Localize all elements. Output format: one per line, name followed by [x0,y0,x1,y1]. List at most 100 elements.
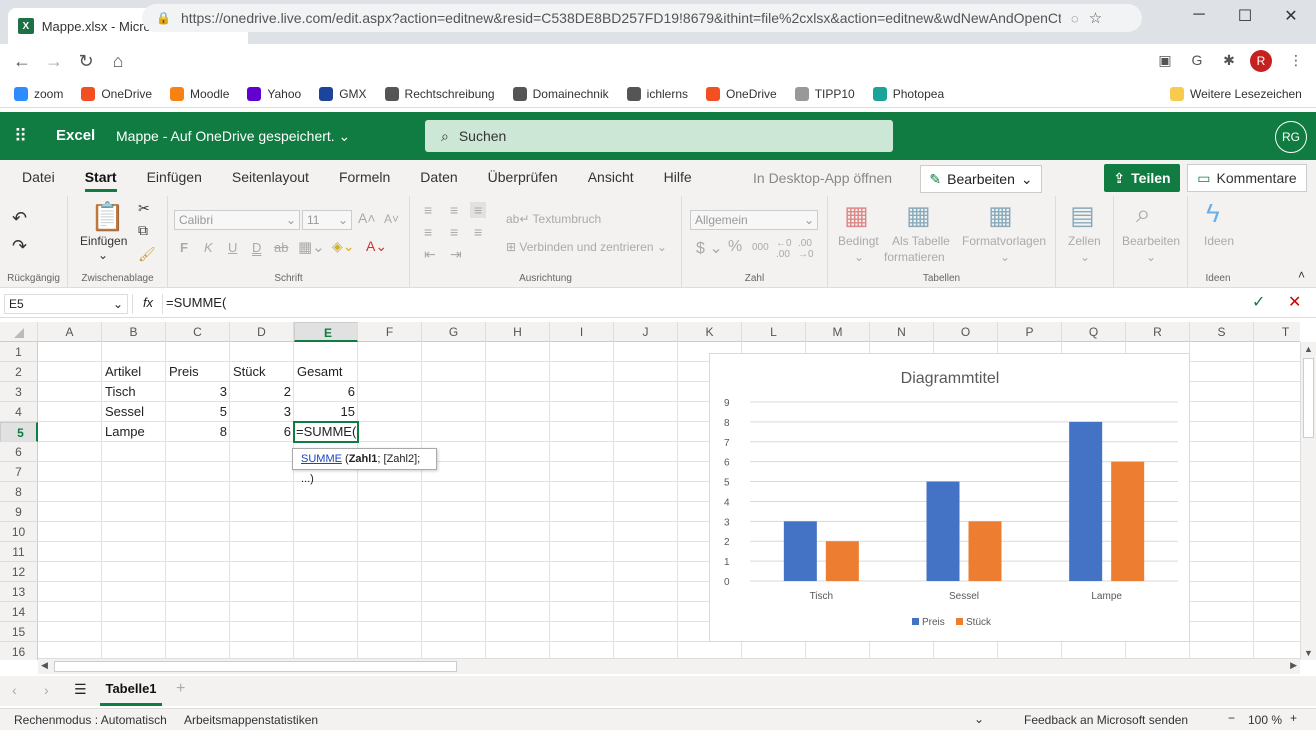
fill-color-icon[interactable]: ◈⌄ [332,238,355,255]
next-sheet-icon[interactable]: › [44,682,49,698]
row-header-5[interactable]: 5 [0,422,38,442]
row-header-12[interactable]: 12 [0,562,38,582]
thousands-icon[interactable]: 000 [752,242,769,253]
table-cell[interactable]: 6 [294,382,358,402]
ribbon-tab-3[interactable]: Seitenlayout [232,160,309,196]
ribbon-tab-0[interactable]: Datei [22,160,55,196]
workbook-stats[interactable]: Arbeitsmappenstatistiken [184,713,318,727]
row-header-8[interactable]: 8 [0,482,38,502]
align-top-icon[interactable]: ≡ [424,202,432,218]
document-title[interactable]: Mappe - Auf OneDrive gespeichert. ⌄ [116,128,350,145]
calc-mode[interactable]: Rechenmodus : Automatisch [14,713,167,727]
close-window-icon[interactable]: ✕ [1268,6,1314,26]
back-icon[interactable]: ← [6,51,38,72]
column-header-H[interactable]: H [486,322,550,342]
add-sheet-icon[interactable]: + [176,680,185,698]
vertical-scroll-thumb[interactable] [1303,358,1314,438]
ribbon-tab-4[interactable]: Formeln [339,160,390,196]
share-button[interactable]: ⇪ Teilen [1104,164,1180,192]
column-header-A[interactable]: A [38,322,102,342]
app-launcher-icon[interactable]: ⠿ [14,126,27,147]
table-cell[interactable]: 8 [166,422,230,442]
bookmark-item[interactable]: Rechtschreibung [384,86,495,101]
open-desktop-app-link[interactable]: In Desktop-App öffnen [753,170,892,186]
status-chevron-icon[interactable]: ⌄ [974,712,984,726]
app-name[interactable]: Excel [56,127,95,144]
ribbon-tab-5[interactable]: Daten [420,160,457,196]
ribbon-tab-2[interactable]: Einfügen [147,160,202,196]
undo-icon[interactable]: ↶ [12,208,27,229]
table-cell[interactable]: Artikel [102,362,166,382]
row-header-6[interactable]: 6 [0,442,38,462]
table-cell[interactable]: 2 [230,382,294,402]
column-header-E[interactable]: E [294,322,358,342]
format-table-icon[interactable]: ▦ [906,200,931,231]
column-header-M[interactable]: M [806,322,870,342]
increase-decimal-icon[interactable]: ←0.00 [776,238,792,260]
percent-icon[interactable]: % [728,238,742,256]
scroll-left-icon[interactable]: ◀ [41,660,48,671]
row-header-4[interactable]: 4 [0,402,38,422]
scroll-right-icon[interactable]: ▶ [1290,660,1297,671]
column-header-G[interactable]: G [422,322,486,342]
collapse-ribbon-icon[interactable]: ˄ [1298,268,1305,282]
font-name-select[interactable]: Calibri ⌄ [174,210,300,230]
table-cell[interactable]: Gesamt [294,362,358,382]
feedback-link[interactable]: Feedback an Microsoft senden [1024,713,1188,727]
column-header-O[interactable]: O [934,322,998,342]
name-box[interactable]: E5 ⌄ [4,294,128,314]
table-cell[interactable]: 3 [166,382,230,402]
conditional-format-icon[interactable]: ▦ [844,200,869,231]
address-bar[interactable]: 🔒 https://onedrive.live.com/edit.aspx?ac… [142,4,1142,32]
copy-icon[interactable]: ⧉ [138,222,148,239]
reload-icon[interactable]: ↻ [70,51,102,72]
table-cell[interactable]: Preis [166,362,230,382]
currency-icon[interactable]: $ ⌄ [696,238,723,258]
align-left-icon[interactable]: ≡ [424,224,432,240]
merge-center-button[interactable]: ⊞ Verbinden und zentrieren ⌄ [506,240,667,254]
align-center-icon[interactable]: ≡ [450,224,458,240]
decrease-indent-icon[interactable]: ⇤ [424,246,436,263]
row-header-13[interactable]: 13 [0,582,38,602]
table-cell[interactable]: Lampe [102,422,166,442]
zoom-in-icon[interactable]: + [1290,711,1297,725]
column-header-Q[interactable]: Q [1062,322,1126,342]
search-box[interactable]: ⌕ Suchen [425,120,893,152]
row-header-15[interactable]: 15 [0,622,38,642]
zoom-out-icon[interactable]: − [1228,711,1235,725]
row-header-1[interactable]: 1 [0,342,38,362]
column-header-S[interactable]: S [1190,322,1254,342]
all-sheets-icon[interactable]: ☰ [74,681,87,698]
edit-mode-button[interactable]: ✎ Bearbeiten ⌄ [920,165,1042,193]
insert-function-icon[interactable]: fx [138,295,158,310]
ideas-label[interactable]: Ideen [1204,234,1234,248]
paste-label[interactable]: Einfügen [80,234,127,248]
cell-styles-icon[interactable]: ▦ [988,200,1013,231]
ribbon-tab-8[interactable]: Hilfe [664,160,692,196]
strikethrough-button[interactable]: ab [274,240,288,255]
column-header-N[interactable]: N [870,322,934,342]
column-header-L[interactable]: L [742,322,806,342]
column-header-R[interactable]: R [1126,322,1190,342]
ideas-icon[interactable]: ϟ [1206,198,1220,229]
shrink-font-icon[interactable]: A˅ [384,212,399,226]
extension-icon[interactable]: ▣ [1155,52,1175,72]
eye-off-icon[interactable]: ◌ [1071,11,1079,26]
bookmark-item[interactable]: Photopea [872,86,944,101]
maximize-icon[interactable]: ☐ [1222,6,1268,26]
column-header-K[interactable]: K [678,322,742,342]
cell-styles-label[interactable]: Formatvorlagen [962,234,1046,248]
active-cell-editor[interactable]: =SUMME( [293,421,359,443]
prev-sheet-icon[interactable]: ‹ [12,682,17,698]
column-header-I[interactable]: I [550,322,614,342]
borders-icon[interactable]: ▦⌄ [298,238,325,256]
bookmark-item[interactable]: TIPP10 [794,86,855,101]
puzzle-icon[interactable]: ✱ [1219,52,1239,72]
confirm-icon[interactable]: ✓ [1252,292,1265,312]
bookmark-item[interactable]: OneDrive [81,86,152,101]
grow-font-icon[interactable]: A˄ [358,210,376,226]
column-header-P[interactable]: P [998,322,1062,342]
editing-label[interactable]: Bearbeiten [1122,234,1180,248]
decrease-decimal-icon[interactable]: .00 →0 [798,238,814,260]
row-header-10[interactable]: 10 [0,522,38,542]
